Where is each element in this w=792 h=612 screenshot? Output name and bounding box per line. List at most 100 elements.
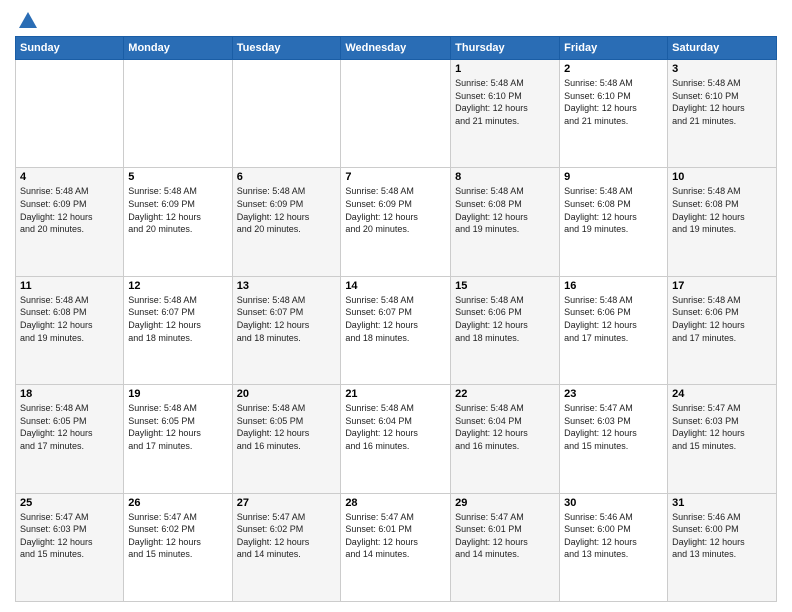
day-number: 15 <box>455 280 555 292</box>
day-number: 13 <box>237 280 337 292</box>
day-number: 20 <box>237 388 337 400</box>
day-detail: Sunrise: 5:48 AM Sunset: 6:08 PM Dayligh… <box>20 294 119 344</box>
day-detail: Sunrise: 5:48 AM Sunset: 6:05 PM Dayligh… <box>237 402 337 452</box>
day-detail: Sunrise: 5:48 AM Sunset: 6:09 PM Dayligh… <box>237 185 337 235</box>
day-detail: Sunrise: 5:48 AM Sunset: 6:07 PM Dayligh… <box>237 294 337 344</box>
day-number: 6 <box>237 171 337 183</box>
day-number: 16 <box>564 280 663 292</box>
day-detail: Sunrise: 5:48 AM Sunset: 6:09 PM Dayligh… <box>345 185 446 235</box>
calendar-cell: 9 Sunrise: 5:48 AM Sunset: 6:08 PM Daylig… <box>560 168 668 276</box>
calendar-week-row: 1 Sunrise: 5:48 AM Sunset: 6:10 PM Daylig… <box>16 60 777 168</box>
calendar-cell: 14Sunrise: 5:48 AM Sunset: 6:07 PM Dayli… <box>341 276 451 384</box>
calendar-cell: 11 Sunrise: 5:48 AM Sunset: 6:08 PM Dayli… <box>16 276 124 384</box>
day-number: 3 <box>672 63 772 75</box>
day-detail: Sunrise: 5:47 AM Sunset: 6:02 PM Dayligh… <box>128 511 227 561</box>
day-number: 1 <box>455 63 555 75</box>
day-detail: Sunrise: 5:46 AM Sunset: 6:00 PM Dayligh… <box>672 511 772 561</box>
day-detail: Sunrise: 5:48 AM Sunset: 6:07 PM Dayligh… <box>345 294 446 344</box>
day-number: 9 <box>564 171 663 183</box>
weekday-header: Friday <box>560 37 668 60</box>
day-number: 21 <box>345 388 446 400</box>
calendar-cell: 13 Sunrise: 5:48 AM Sunset: 6:07 PM Dayli… <box>232 276 341 384</box>
calendar-cell: 5 Sunrise: 5:48 AM Sunset: 6:09 PM Daylig… <box>124 168 232 276</box>
calendar-cell: 20 Sunrise: 5:48 AM Sunset: 6:05 PM Dayli… <box>232 385 341 493</box>
page: SundayMondayTuesdayWednesdayThursdayFrid… <box>0 0 792 612</box>
calendar-cell: 26 Sunrise: 5:47 AM Sunset: 6:02 PM Dayli… <box>124 493 232 601</box>
weekday-header: Thursday <box>451 37 560 60</box>
logo <box>15 10 39 28</box>
day-number: 27 <box>237 497 337 509</box>
calendar-cell: 8Sunrise: 5:48 AM Sunset: 6:08 PM Daylig… <box>451 168 560 276</box>
day-detail: Sunrise: 5:48 AM Sunset: 6:10 PM Dayligh… <box>564 77 663 127</box>
day-detail: Sunrise: 5:48 AM Sunset: 6:07 PM Dayligh… <box>128 294 227 344</box>
logo-icon <box>17 10 39 32</box>
day-number: 11 <box>20 280 119 292</box>
day-number: 22 <box>455 388 555 400</box>
calendar-cell: 24 Sunrise: 5:47 AM Sunset: 6:03 PM Dayli… <box>668 385 777 493</box>
day-detail: Sunrise: 5:48 AM Sunset: 6:04 PM Dayligh… <box>455 402 555 452</box>
day-detail: Sunrise: 5:47 AM Sunset: 6:02 PM Dayligh… <box>237 511 337 561</box>
calendar-cell: 21 Sunrise: 5:48 AM Sunset: 6:04 PM Dayli… <box>341 385 451 493</box>
calendar-cell: 27 Sunrise: 5:47 AM Sunset: 6:02 PM Dayli… <box>232 493 341 601</box>
weekday-header: Tuesday <box>232 37 341 60</box>
weekday-header: Saturday <box>668 37 777 60</box>
calendar-week-row: 25Sunrise: 5:47 AM Sunset: 6:03 PM Dayli… <box>16 493 777 601</box>
day-number: 24 <box>672 388 772 400</box>
weekday-header: Sunday <box>16 37 124 60</box>
calendar-cell: 31 Sunrise: 5:46 AM Sunset: 6:00 PM Dayli… <box>668 493 777 601</box>
calendar-cell: 23Sunrise: 5:47 AM Sunset: 6:03 PM Dayli… <box>560 385 668 493</box>
calendar-cell: 28 Sunrise: 5:47 AM Sunset: 6:01 PM Dayli… <box>341 493 451 601</box>
day-number: 8 <box>455 171 555 183</box>
calendar-cell: 7 Sunrise: 5:48 AM Sunset: 6:09 PM Daylig… <box>341 168 451 276</box>
calendar-cell: 6 Sunrise: 5:48 AM Sunset: 6:09 PM Daylig… <box>232 168 341 276</box>
day-number: 7 <box>345 171 446 183</box>
day-detail: Sunrise: 5:48 AM Sunset: 6:10 PM Dayligh… <box>455 77 555 127</box>
day-number: 2 <box>564 63 663 75</box>
day-number: 26 <box>128 497 227 509</box>
day-detail: Sunrise: 5:48 AM Sunset: 6:09 PM Dayligh… <box>128 185 227 235</box>
calendar-cell: 15 Sunrise: 5:48 AM Sunset: 6:06 PM Dayli… <box>451 276 560 384</box>
calendar-header-row: SundayMondayTuesdayWednesdayThursdayFrid… <box>16 37 777 60</box>
day-detail: Sunrise: 5:47 AM Sunset: 6:03 PM Dayligh… <box>564 402 663 452</box>
day-number: 18 <box>20 388 119 400</box>
day-number: 28 <box>345 497 446 509</box>
day-detail: Sunrise: 5:46 AM Sunset: 6:00 PM Dayligh… <box>564 511 663 561</box>
day-detail: Sunrise: 5:48 AM Sunset: 6:06 PM Dayligh… <box>672 294 772 344</box>
day-number: 19 <box>128 388 227 400</box>
day-number: 29 <box>455 497 555 509</box>
day-number: 10 <box>672 171 772 183</box>
calendar-table: SundayMondayTuesdayWednesdayThursdayFrid… <box>15 36 777 602</box>
day-detail: Sunrise: 5:48 AM Sunset: 6:08 PM Dayligh… <box>564 185 663 235</box>
day-detail: Sunrise: 5:47 AM Sunset: 6:03 PM Dayligh… <box>672 402 772 452</box>
calendar-cell <box>232 60 341 168</box>
day-detail: Sunrise: 5:48 AM Sunset: 6:05 PM Dayligh… <box>128 402 227 452</box>
calendar-cell: 29 Sunrise: 5:47 AM Sunset: 6:01 PM Dayli… <box>451 493 560 601</box>
calendar-cell: 12 Sunrise: 5:48 AM Sunset: 6:07 PM Dayli… <box>124 276 232 384</box>
day-number: 12 <box>128 280 227 292</box>
weekday-header: Monday <box>124 37 232 60</box>
day-detail: Sunrise: 5:48 AM Sunset: 6:05 PM Dayligh… <box>20 402 119 452</box>
calendar-cell: 18 Sunrise: 5:48 AM Sunset: 6:05 PM Dayli… <box>16 385 124 493</box>
calendar-cell: 10 Sunrise: 5:48 AM Sunset: 6:08 PM Dayli… <box>668 168 777 276</box>
calendar-cell: 17 Sunrise: 5:48 AM Sunset: 6:06 PM Dayli… <box>668 276 777 384</box>
day-number: 17 <box>672 280 772 292</box>
day-number: 4 <box>20 171 119 183</box>
day-number: 30 <box>564 497 663 509</box>
day-detail: Sunrise: 5:48 AM Sunset: 6:08 PM Dayligh… <box>672 185 772 235</box>
day-detail: Sunrise: 5:48 AM Sunset: 6:06 PM Dayligh… <box>455 294 555 344</box>
weekday-header: Wednesday <box>341 37 451 60</box>
calendar-cell: 25Sunrise: 5:47 AM Sunset: 6:03 PM Dayli… <box>16 493 124 601</box>
calendar-cell: 2 Sunrise: 5:48 AM Sunset: 6:10 PM Daylig… <box>560 60 668 168</box>
day-number: 31 <box>672 497 772 509</box>
day-detail: Sunrise: 5:48 AM Sunset: 6:10 PM Dayligh… <box>672 77 772 127</box>
calendar-cell: 22 Sunrise: 5:48 AM Sunset: 6:04 PM Dayli… <box>451 385 560 493</box>
calendar-cell: 4Sunrise: 5:48 AM Sunset: 6:09 PM Daylig… <box>16 168 124 276</box>
day-detail: Sunrise: 5:47 AM Sunset: 6:01 PM Dayligh… <box>345 511 446 561</box>
day-detail: Sunrise: 5:47 AM Sunset: 6:01 PM Dayligh… <box>455 511 555 561</box>
calendar-cell: 3 Sunrise: 5:48 AM Sunset: 6:10 PM Daylig… <box>668 60 777 168</box>
day-detail: Sunrise: 5:48 AM Sunset: 6:04 PM Dayligh… <box>345 402 446 452</box>
calendar-week-row: 11 Sunrise: 5:48 AM Sunset: 6:08 PM Dayli… <box>16 276 777 384</box>
calendar-cell <box>124 60 232 168</box>
day-number: 5 <box>128 171 227 183</box>
calendar-cell: 19 Sunrise: 5:48 AM Sunset: 6:05 PM Dayli… <box>124 385 232 493</box>
